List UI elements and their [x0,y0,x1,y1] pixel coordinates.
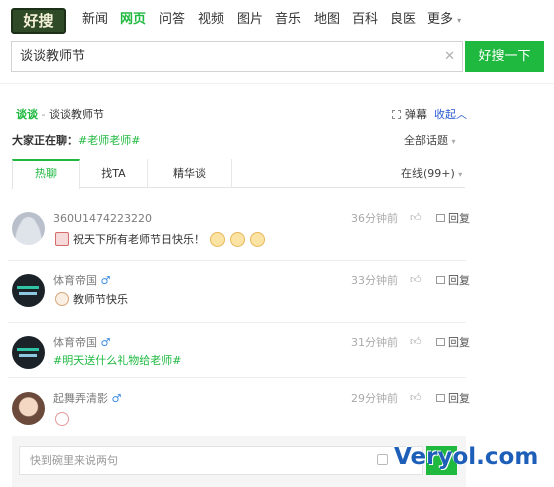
watermark: Veryol.com [394,444,539,470]
message-time: 29分钟前 [351,392,398,405]
chatting-now: 大家正在聊：#老师老师# [12,133,140,149]
nav-item-video[interactable]: 视频 [198,11,224,29]
like-icon[interactable]: 👍︎ [410,273,422,286]
comment-placeholder: 快到碗里来说两句 [30,454,118,467]
logo-text: 好搜 [23,12,54,30]
medal-icon [55,232,69,246]
like-icon[interactable]: 👍︎ [410,335,422,348]
chevron-down-icon: ▾ [457,16,462,25]
message-username[interactable]: 体育帝国 ♂ [53,335,110,351]
message-divider [8,322,466,323]
chevron-up-icon: ︿ [456,108,467,121]
online-label: 在线(99+) [401,167,455,180]
hashtag-link[interactable]: #老师老师# [78,134,140,147]
smile-emoji-icon [230,232,245,247]
chevron-down-icon: ▾ [451,137,456,146]
reply-label: 回复 [448,392,470,405]
reply-label: 回复 [448,336,470,349]
topic-title: 谈谈 - 谈谈教师节 [16,107,104,123]
reply-button[interactable]: 回复 [436,391,470,407]
nav-item-news[interactable]: 新闻 [82,11,108,29]
search-input[interactable]: 谈谈教师节 ✕ [11,41,463,72]
reply-label: 回复 [448,212,470,225]
reply-icon [436,394,445,402]
message-content: 祝天下所有老师节日快乐！ [73,233,205,246]
reply-label: 回复 [448,274,470,287]
search-button[interactable]: 好搜一下 [465,41,544,72]
nav-item-map[interactable]: 地图 [314,11,340,29]
danmu-toggle[interactable]: 弹幕 [392,107,427,123]
reply-button[interactable]: 回复 [436,335,470,351]
message-hashtag[interactable]: #明天送什么礼物给老师# [53,353,181,369]
smile-emoji-icon [250,232,265,247]
message-username[interactable]: 起舞弄清影 ♂ [53,391,121,407]
danmu-label: 弹幕 [405,108,427,121]
online-count[interactable]: 在线(99+) ▾ [401,166,462,183]
male-icon: ♂ [100,336,111,349]
reply-button[interactable]: 回复 [436,273,470,289]
avatar[interactable] [12,274,45,307]
header-divider [0,83,554,84]
tab-bar: 热聊 找TA 精华谈 [12,159,465,189]
message-username[interactable]: 体育帝国 ♂ [53,273,110,289]
message-text: 教师节快乐 [55,292,128,308]
username-text: 体育帝国 [53,274,97,287]
nav-item-baike[interactable]: 百科 [352,11,378,29]
nav-more[interactable]: 更多 ▾ [427,11,461,30]
message-text: 祝天下所有老师节日快乐！ [55,232,265,248]
search-query: 谈谈教师节 [20,49,86,64]
username-text: 起舞弄清影 [53,392,108,405]
avatar[interactable] [12,212,45,245]
fullscreen-icon [392,110,401,119]
collapse-toggle[interactable]: 收起︿ [434,107,467,123]
nav-item-qa[interactable]: 问答 [159,11,185,29]
message-divider [8,377,466,378]
all-topics-label: 全部话题 [404,134,448,147]
tab-featured[interactable]: 精华谈 [148,159,232,188]
reply-icon [436,214,445,222]
message-time: 33分钟前 [351,274,398,287]
nav-item-web[interactable]: 网页 [120,11,146,29]
nav-item-doctor[interactable]: 良医 [390,11,416,29]
like-icon[interactable]: 👍︎ [410,391,422,404]
emoji-picker-icon[interactable] [377,454,388,465]
site-logo[interactable]: 好搜 [11,8,66,34]
tab-find-ta[interactable]: 找TA [80,159,148,188]
male-icon: ♂ [111,392,122,405]
collapse-label: 收起 [434,108,456,121]
message-time: 36分钟前 [351,212,398,225]
all-topics-dropdown[interactable]: 全部话题 ▾ [404,133,456,150]
reply-button[interactable]: 回复 [436,211,470,227]
reply-icon [436,338,445,346]
nav-item-images[interactable]: 图片 [237,11,263,29]
chatting-label: 大家正在聊： [12,134,78,147]
nav-item-music[interactable]: 音乐 [275,11,301,29]
message-username[interactable]: 360U1474223220 [53,211,152,227]
male-icon: ♂ [100,274,111,287]
message-text [55,412,73,428]
topic-prefix[interactable]: 谈谈 [16,108,38,121]
reply-icon [436,276,445,284]
smile-emoji-icon [210,232,225,247]
username-text: 体育帝国 [53,336,97,349]
like-icon[interactable]: 👍︎ [410,211,422,224]
avatar[interactable] [12,336,45,369]
comment-input[interactable]: 快到碗里来说两句 [19,446,423,475]
nav-more-label: 更多 [427,12,454,27]
message-time: 31分钟前 [351,336,398,349]
topic-separator: - [38,108,49,121]
topic-name: 谈谈教师节 [48,108,104,121]
avatar[interactable] [12,392,45,425]
clear-icon[interactable]: ✕ [444,42,455,71]
message-divider [8,260,466,261]
heart-eyes-emoji-icon [55,412,69,426]
chevron-down-icon: ▾ [458,170,463,179]
tab-hot-chat[interactable]: 热聊 [12,159,80,189]
message-content: 教师节快乐 [73,293,128,306]
hand-badge-icon [55,292,69,306]
